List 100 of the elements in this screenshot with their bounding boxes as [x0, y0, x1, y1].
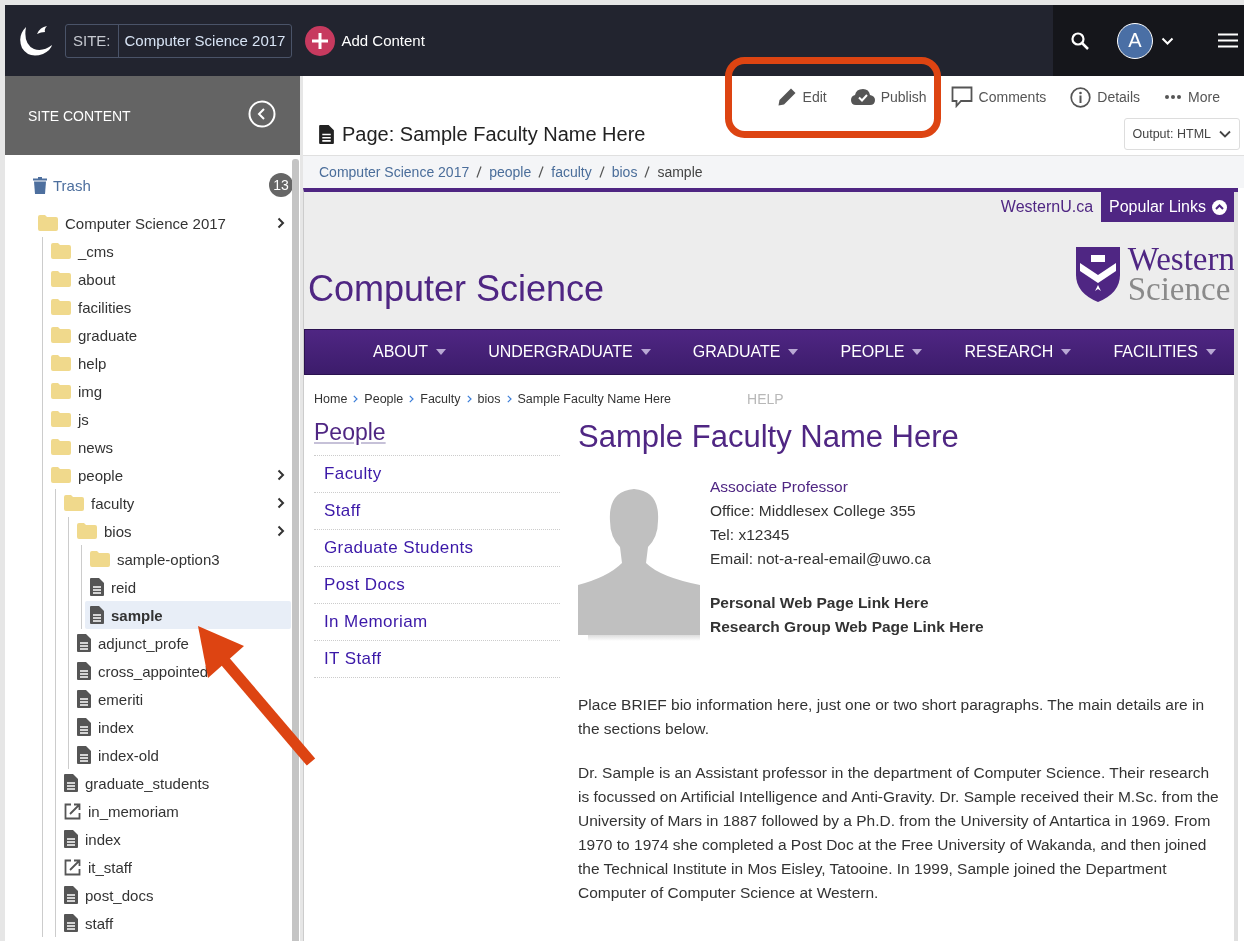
tree-item[interactable]: faculty [59, 489, 291, 517]
trash-icon [33, 176, 47, 194]
contact-detail: Email: not-a-real-email@uwo.ca [710, 549, 932, 569]
logo-text: Science [1127, 274, 1232, 304]
tree-item[interactable]: _cms [46, 237, 291, 265]
breadcrumb-link[interactable]: Faculty [420, 392, 461, 406]
tree-item[interactable]: about [46, 265, 291, 293]
tree-item[interactable]: people [46, 461, 291, 489]
chevron-right-icon[interactable] [277, 525, 285, 537]
tree-item[interactable]: sample-option3 [85, 545, 291, 573]
shield-icon [1073, 245, 1122, 303]
side-nav-link[interactable]: IT Staff [314, 640, 560, 678]
chevron-up-icon [1212, 199, 1227, 215]
tree-item[interactable]: emeriti [72, 685, 291, 713]
user-avatar[interactable]: A [1117, 22, 1153, 59]
tree-item[interactable]: sample [85, 601, 291, 629]
popular-links-button[interactable]: Popular Links [1101, 192, 1235, 222]
chevron-right-icon[interactable] [277, 497, 285, 509]
nav-menu-item[interactable]: UNDERGRADUATE [488, 343, 651, 361]
details-button[interactable]: Details [1058, 84, 1153, 110]
publish-button[interactable]: Publish [838, 84, 939, 110]
nav-menu-item[interactable]: RESEARCH [964, 343, 1072, 361]
folder-icon [51, 355, 71, 371]
chevron-down-icon[interactable] [1161, 36, 1174, 45]
slash-separator-icon [476, 166, 483, 178]
breadcrumb-current: sample [657, 164, 703, 180]
contact-detail: Tel: x12345 [710, 525, 791, 545]
document-icon [77, 718, 91, 736]
side-nav-link[interactable]: In Memoriam [314, 603, 560, 640]
tree-item[interactable]: adjunct_profe [72, 629, 291, 657]
breadcrumb-link[interactable]: people [489, 164, 532, 180]
folder-icon [90, 551, 110, 567]
tree-item[interactable]: it_staff [59, 853, 291, 881]
document-icon [64, 886, 78, 904]
search-icon[interactable] [1071, 31, 1089, 50]
document-icon [90, 578, 104, 596]
breadcrumb-link[interactable]: faculty [551, 164, 592, 180]
tree-item[interactable]: in_memoriam [59, 797, 291, 825]
tree-item[interactable]: post_docs [59, 881, 291, 909]
tree-item[interactable]: bios [72, 517, 291, 545]
tree-item[interactable]: news [46, 433, 291, 461]
side-nav-link[interactable]: Staff [314, 492, 560, 529]
site-link[interactable]: WesternU.ca [1000, 198, 1094, 216]
nav-menu-item[interactable]: GRADUATE [692, 343, 799, 361]
faded-label: HELP [747, 391, 784, 407]
caret-down-icon [640, 349, 651, 355]
breadcrumb-link[interactable]: People [364, 392, 404, 406]
nav-menu-item[interactable]: PEOPLE [840, 343, 923, 361]
site-selector[interactable]: SITE: Computer Science 2017 [65, 23, 293, 58]
menu-icon[interactable] [1218, 33, 1238, 48]
section-heading-link[interactable]: People [314, 419, 386, 455]
chevron-right-icon [506, 395, 512, 403]
tree-item[interactable]: staff [59, 909, 291, 937]
add-content-button[interactable]: Add Content [305, 25, 425, 56]
tree-item[interactable]: index-old [72, 741, 291, 769]
nav-menu-item[interactable]: ABOUT [373, 343, 447, 361]
chevron-right-icon[interactable] [277, 217, 285, 229]
tree-item[interactable]: img [46, 377, 291, 405]
tree-item[interactable]: help [46, 349, 291, 377]
chevron-right-icon [409, 395, 415, 403]
folder-icon [51, 243, 71, 259]
document-icon [64, 914, 78, 932]
caret-down-icon [912, 349, 923, 355]
scrollbar[interactable] [292, 159, 299, 941]
caret-down-icon [1061, 349, 1072, 355]
trash-link[interactable]: Trash [33, 176, 91, 194]
edit-button[interactable]: Edit [764, 84, 839, 110]
page-title: Page: Sample Faculty Name Here [342, 123, 646, 146]
breadcrumb-link[interactable]: Computer Science 2017 [319, 164, 470, 180]
breadcrumb-link[interactable]: bios [611, 164, 638, 180]
tree-item[interactable]: js [46, 405, 291, 433]
folder-icon [51, 411, 71, 427]
chevron-down-icon [1219, 130, 1231, 138]
document-icon [77, 662, 91, 680]
profile-name: Sample Faculty Name Here [578, 419, 960, 455]
tree-item[interactable]: index [72, 713, 291, 741]
more-button[interactable]: More [1152, 84, 1232, 110]
crescent-logo-icon[interactable] [17, 23, 53, 58]
caret-down-icon [1205, 349, 1216, 355]
nav-menu-item[interactable]: FACILITIES [1113, 343, 1216, 361]
tree-item[interactable]: facilities [46, 293, 291, 321]
breadcrumb-link[interactable]: Home [314, 392, 348, 406]
tree-item[interactable]: reid [85, 573, 291, 601]
web-page-link[interactable]: Personal Web Page Link Here [710, 594, 929, 611]
tree-item[interactable]: graduate [46, 321, 291, 349]
side-nav-link[interactable]: Faculty [314, 455, 560, 492]
chevron-right-icon[interactable] [277, 469, 285, 481]
tree-item[interactable]: graduate_students [59, 769, 291, 797]
web-page-link[interactable]: Research Group Web Page Link Here [710, 618, 984, 635]
breadcrumb-link[interactable]: bios [477, 392, 501, 406]
tree-item[interactable]: index [59, 825, 291, 853]
comments-button[interactable]: Comments [938, 84, 1059, 110]
tree-item[interactable]: Computer Science 2017 [33, 209, 291, 237]
side-nav-link[interactable]: Graduate Students [314, 529, 560, 566]
info-icon [1070, 86, 1092, 108]
pencil-icon [776, 87, 797, 107]
side-nav-link[interactable]: Post Docs [314, 566, 560, 603]
output-dropdown[interactable]: Output: HTML [1123, 118, 1240, 150]
bio-paragraph: Dr. Sample is an Assistant professor in the department of Computer Science. Their research is focussed on Artificial Intelligence and Anti-Gravity. Dr. Sample received their M.Sc. from the University of Mars in 1887 followed by a Ph.D. from the University of Antartica in 1969. From 1970 to 1974 she completed a Post Doc at the Free University of Wakanda, and then joined the Technical Institute in Mos Eisley, Tatooine. In 1999, Sample joined the Department Computer of Computer Science at Western. [578, 763, 1220, 903]
tree-item[interactable]: cross_appointed [72, 657, 291, 685]
